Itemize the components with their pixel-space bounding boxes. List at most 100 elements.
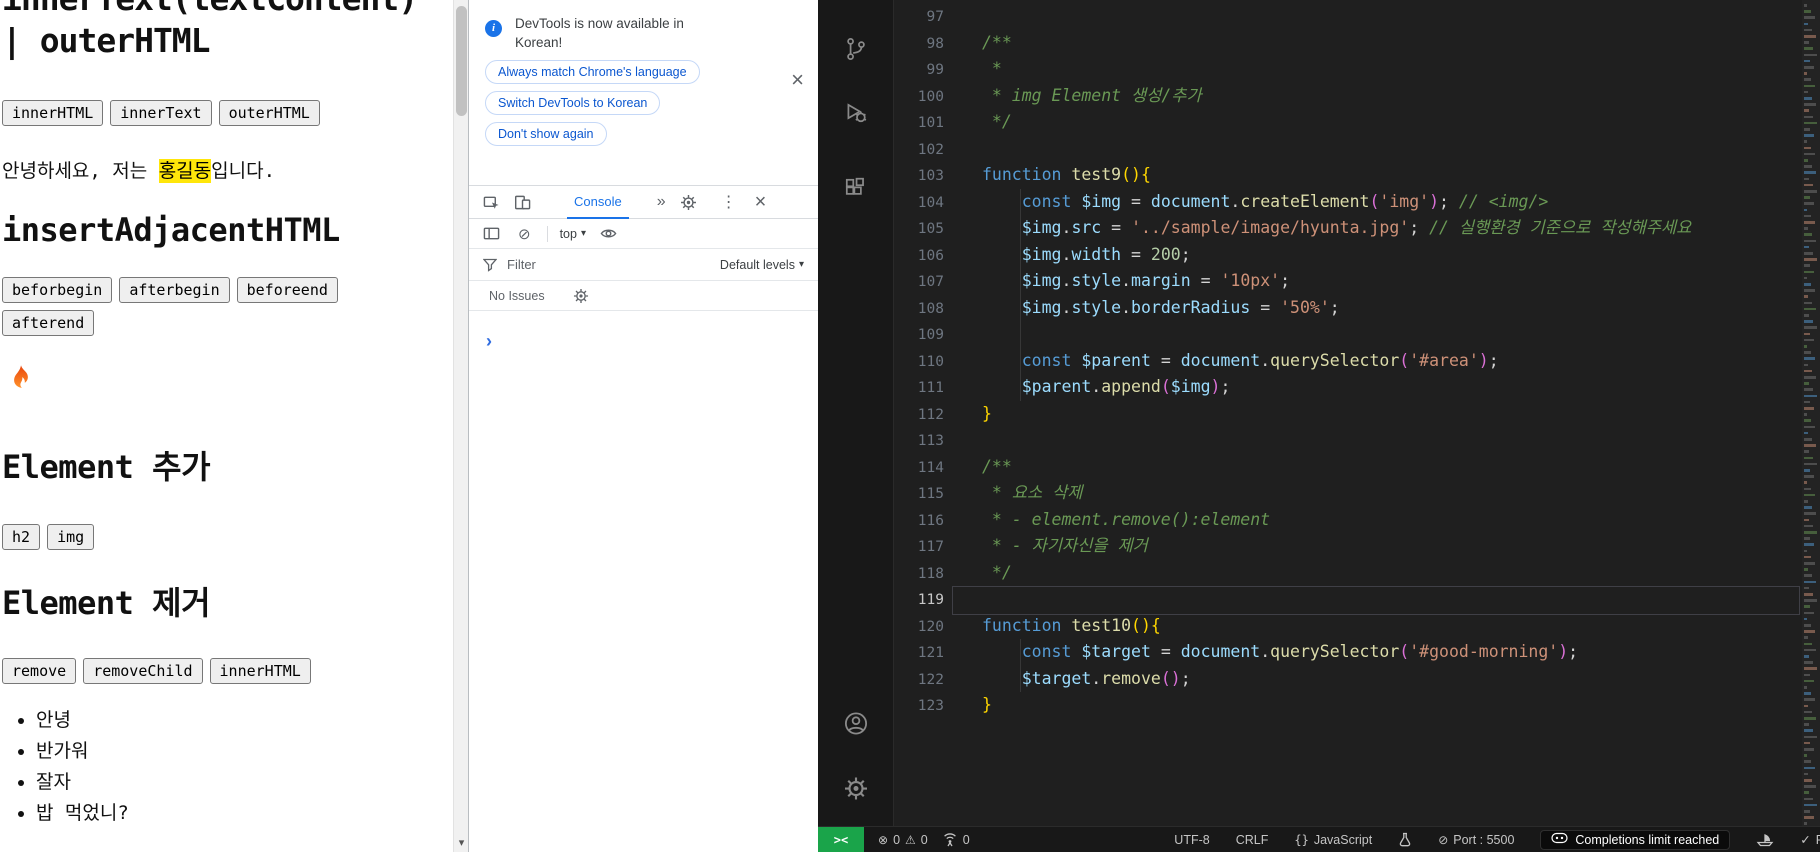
line-number[interactable]: 100 bbox=[894, 84, 944, 111]
code-line-121[interactable]: 121 const $target = document.querySelect… bbox=[894, 639, 1800, 666]
line-number[interactable]: 116 bbox=[894, 508, 944, 535]
ports-indicator[interactable]: 0 bbox=[942, 833, 970, 847]
context-selector[interactable]: top ▾ bbox=[560, 227, 586, 241]
remote-indicator[interactable]: >< bbox=[818, 826, 864, 852]
line-number[interactable]: 107 bbox=[894, 269, 944, 296]
line-number[interactable]: 103 bbox=[894, 163, 944, 190]
clear-console-icon[interactable]: ⊘ bbox=[518, 225, 531, 243]
button-innerhtml[interactable]: innerHTML bbox=[209, 658, 311, 684]
console-sidebar-icon[interactable] bbox=[483, 225, 500, 242]
code-line-109[interactable]: 109 bbox=[894, 321, 1800, 348]
line-number[interactable]: 121 bbox=[894, 640, 944, 667]
extensions-icon[interactable] bbox=[843, 176, 869, 202]
button-beforeend[interactable]: beforeend bbox=[236, 277, 338, 303]
button-remove[interactable]: remove bbox=[2, 658, 77, 684]
line-number[interactable]: 102 bbox=[894, 137, 944, 164]
encoding-indicator[interactable]: UTF-8 bbox=[1174, 833, 1209, 847]
line-number[interactable]: 113 bbox=[894, 428, 944, 455]
button-removechild[interactable]: removeChild bbox=[83, 658, 203, 684]
line-number[interactable]: 98 bbox=[894, 31, 944, 58]
line-number[interactable]: 122 bbox=[894, 667, 944, 694]
line-number[interactable]: 110 bbox=[894, 349, 944, 376]
live-expression-eye-icon[interactable] bbox=[600, 225, 617, 242]
line-number[interactable]: 112 bbox=[894, 402, 944, 429]
code-editor[interactable]: 97 98/** 99 * 100 * img Element 생성/추가 101 */… bbox=[894, 0, 1820, 826]
console-settings-gear-icon[interactable] bbox=[573, 288, 589, 304]
code-line-103[interactable]: 103 function test9(){ bbox=[894, 162, 1800, 189]
button-afterend[interactable]: afterend bbox=[2, 310, 95, 336]
notice-action-always-match-chrome-s-language[interactable]: Always match Chrome's language bbox=[485, 60, 700, 84]
line-number[interactable]: 104 bbox=[894, 190, 944, 217]
line-number[interactable]: 119 bbox=[894, 587, 944, 614]
button-innertext[interactable]: innerText bbox=[110, 100, 212, 126]
settings-gear-icon[interactable] bbox=[680, 194, 697, 211]
code-line-98[interactable]: 98 /** bbox=[894, 30, 1800, 57]
button-h2[interactable]: h2 bbox=[2, 524, 41, 550]
line-number[interactable]: 120 bbox=[894, 614, 944, 641]
code-line-104[interactable]: 104 const $img = document.createElement(… bbox=[894, 189, 1800, 216]
code-line-120[interactable]: 120 function test10(){ bbox=[894, 613, 1800, 640]
manage-gear-icon[interactable] bbox=[843, 776, 868, 801]
button-afterbegin[interactable]: afterbegin bbox=[119, 277, 230, 303]
button-outerhtml[interactable]: outerHTML bbox=[218, 100, 320, 126]
line-number[interactable]: 99 bbox=[894, 57, 944, 84]
code-line-106[interactable]: 106 $img.width = 200; bbox=[894, 242, 1800, 269]
devtools-close-icon[interactable]: × bbox=[755, 191, 767, 214]
code-line-101[interactable]: 101 */ bbox=[894, 109, 1800, 136]
notice-action-don-t-show-again[interactable]: Don't show again bbox=[485, 122, 607, 146]
scrollbar-thumb[interactable] bbox=[456, 6, 467, 116]
line-number[interactable]: 108 bbox=[894, 296, 944, 323]
run-debug-icon[interactable] bbox=[843, 100, 869, 126]
live-server-port[interactable]: ⊘ Port : 5500 bbox=[1438, 833, 1514, 847]
code-line-119[interactable]: 119 bbox=[894, 586, 1800, 614]
line-number[interactable]: 118 bbox=[894, 561, 944, 588]
line-number[interactable]: 114 bbox=[894, 455, 944, 482]
beaker-icon[interactable] bbox=[1398, 832, 1412, 847]
scrollbar-down-button[interactable]: ▾ bbox=[454, 836, 469, 852]
button-beforbegin[interactable]: beforbegin bbox=[2, 277, 113, 303]
page-scrollbar[interactable]: ▾ bbox=[453, 0, 468, 852]
code-line-102[interactable]: 102 bbox=[894, 136, 1800, 163]
kebab-menu-icon[interactable]: ⋮ bbox=[721, 192, 737, 212]
code-line-110[interactable]: 110 const $parent = document.querySelect… bbox=[894, 348, 1800, 375]
line-number[interactable]: 115 bbox=[894, 481, 944, 508]
notice-action-switch-devtools-to-korean[interactable]: Switch DevTools to Korean bbox=[485, 91, 661, 115]
code-line-114[interactable]: 114 /** bbox=[894, 454, 1800, 481]
minimap[interactable] bbox=[1802, 0, 1820, 826]
inspect-icon[interactable] bbox=[483, 194, 500, 211]
code-line-99[interactable]: 99 * bbox=[894, 56, 1800, 83]
code-line-111[interactable]: 111 $parent.append($img); bbox=[894, 374, 1800, 401]
code-line-100[interactable]: 100 * img Element 생성/추가 bbox=[894, 83, 1800, 110]
language-indicator[interactable]: {} JavaScript bbox=[1294, 833, 1372, 847]
device-toolbar-icon[interactable] bbox=[514, 194, 531, 211]
button-img[interactable]: img bbox=[47, 524, 95, 550]
line-number[interactable]: 106 bbox=[894, 243, 944, 270]
tab-console[interactable]: Console bbox=[567, 186, 629, 219]
prettier-indicator[interactable]: ✓ Prettier bbox=[1800, 832, 1820, 848]
code-line-108[interactable]: 108 $img.style.borderRadius = '50%'; bbox=[894, 295, 1800, 322]
code-line-105[interactable]: 105 $img.src = '../sample/image/hyunta.j… bbox=[894, 215, 1800, 242]
line-number[interactable]: 101 bbox=[894, 110, 944, 137]
code-line-122[interactable]: 122 $target.remove(); bbox=[894, 666, 1800, 693]
code-line-107[interactable]: 107 $img.style.margin = '10px'; bbox=[894, 268, 1800, 295]
ship-icon[interactable] bbox=[1756, 833, 1774, 847]
source-control-icon[interactable] bbox=[843, 36, 869, 62]
no-issues-label[interactable]: No Issues bbox=[489, 289, 545, 303]
copilot-limit-badge[interactable]: Completions limit reached bbox=[1540, 829, 1731, 850]
filter-input[interactable] bbox=[507, 257, 720, 272]
account-icon[interactable] bbox=[842, 710, 869, 737]
eol-indicator[interactable]: CRLF bbox=[1236, 833, 1269, 847]
line-number[interactable]: 117 bbox=[894, 534, 944, 561]
code-line-97[interactable]: 97 bbox=[894, 3, 1800, 30]
notice-close-icon[interactable]: × bbox=[791, 69, 804, 91]
code-line-118[interactable]: 118 */ bbox=[894, 560, 1800, 587]
console-prompt[interactable]: › bbox=[486, 332, 818, 350]
code-line-123[interactable]: 123} bbox=[894, 692, 1800, 719]
code-line-112[interactable]: 112} bbox=[894, 401, 1800, 428]
default-levels-dropdown[interactable]: Default levels ▾ bbox=[720, 258, 804, 272]
code-line-115[interactable]: 115 * 요소 삭제 bbox=[894, 480, 1800, 507]
code-line-116[interactable]: 116 * - element.remove():element bbox=[894, 507, 1800, 534]
line-number[interactable]: 97 bbox=[894, 4, 944, 31]
line-number[interactable]: 105 bbox=[894, 216, 944, 243]
code-line-113[interactable]: 113 bbox=[894, 427, 1800, 454]
